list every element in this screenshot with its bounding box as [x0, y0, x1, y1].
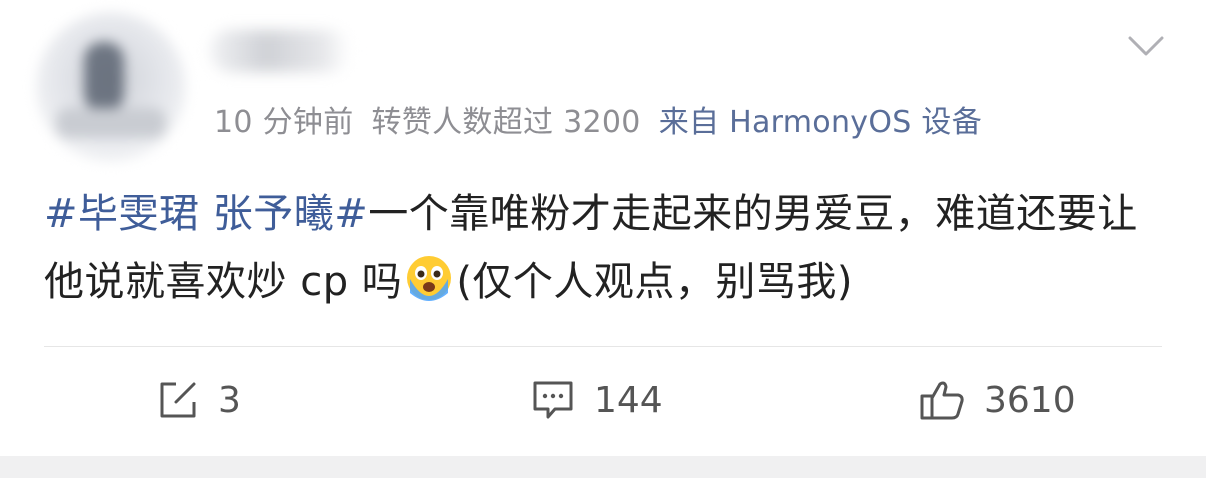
- feed-separator: [0, 456, 1206, 478]
- repost-note: 转赞人数超过 3200: [371, 105, 641, 140]
- crying-face-emoji: [404, 253, 454, 303]
- post-text-note: (仅个人观点，别骂我): [456, 259, 854, 305]
- chevron-down-icon[interactable]: [1126, 30, 1166, 60]
- thumbs-up-icon: [918, 378, 966, 422]
- divider: [44, 346, 1162, 347]
- avatar-figure: [84, 42, 124, 112]
- repost-icon: [156, 378, 200, 422]
- like-button[interactable]: 3610: [918, 370, 1076, 430]
- avatar[interactable]: [36, 12, 186, 162]
- avatar-base: [56, 108, 166, 138]
- hashtag-link[interactable]: #毕雯珺 张予曦#: [44, 191, 368, 237]
- repost-button[interactable]: 3: [156, 370, 241, 430]
- comment-count: 144: [594, 379, 663, 421]
- like-count: 3610: [984, 379, 1076, 421]
- comment-icon: [530, 378, 576, 422]
- post-meta: 10 分钟前 转赞人数超过 3200 来自 HarmonyOS 设备: [214, 97, 982, 141]
- username-blurred[interactable]: [210, 30, 350, 72]
- post-time: 10 分钟前: [214, 105, 354, 140]
- repost-count: 3: [218, 379, 241, 421]
- weibo-post-card: 10 分钟前 转赞人数超过 3200 来自 HarmonyOS 设备 #毕雯珺 张予…: [0, 0, 1206, 456]
- post-source[interactable]: 来自 HarmonyOS 设备: [659, 105, 982, 140]
- post-body: #毕雯珺 张予曦#一个靠唯粉才走起来的男爱豆，难道还要让他说就喜欢炒 cp 吗 …: [44, 180, 1174, 316]
- comment-button[interactable]: 144: [530, 370, 663, 430]
